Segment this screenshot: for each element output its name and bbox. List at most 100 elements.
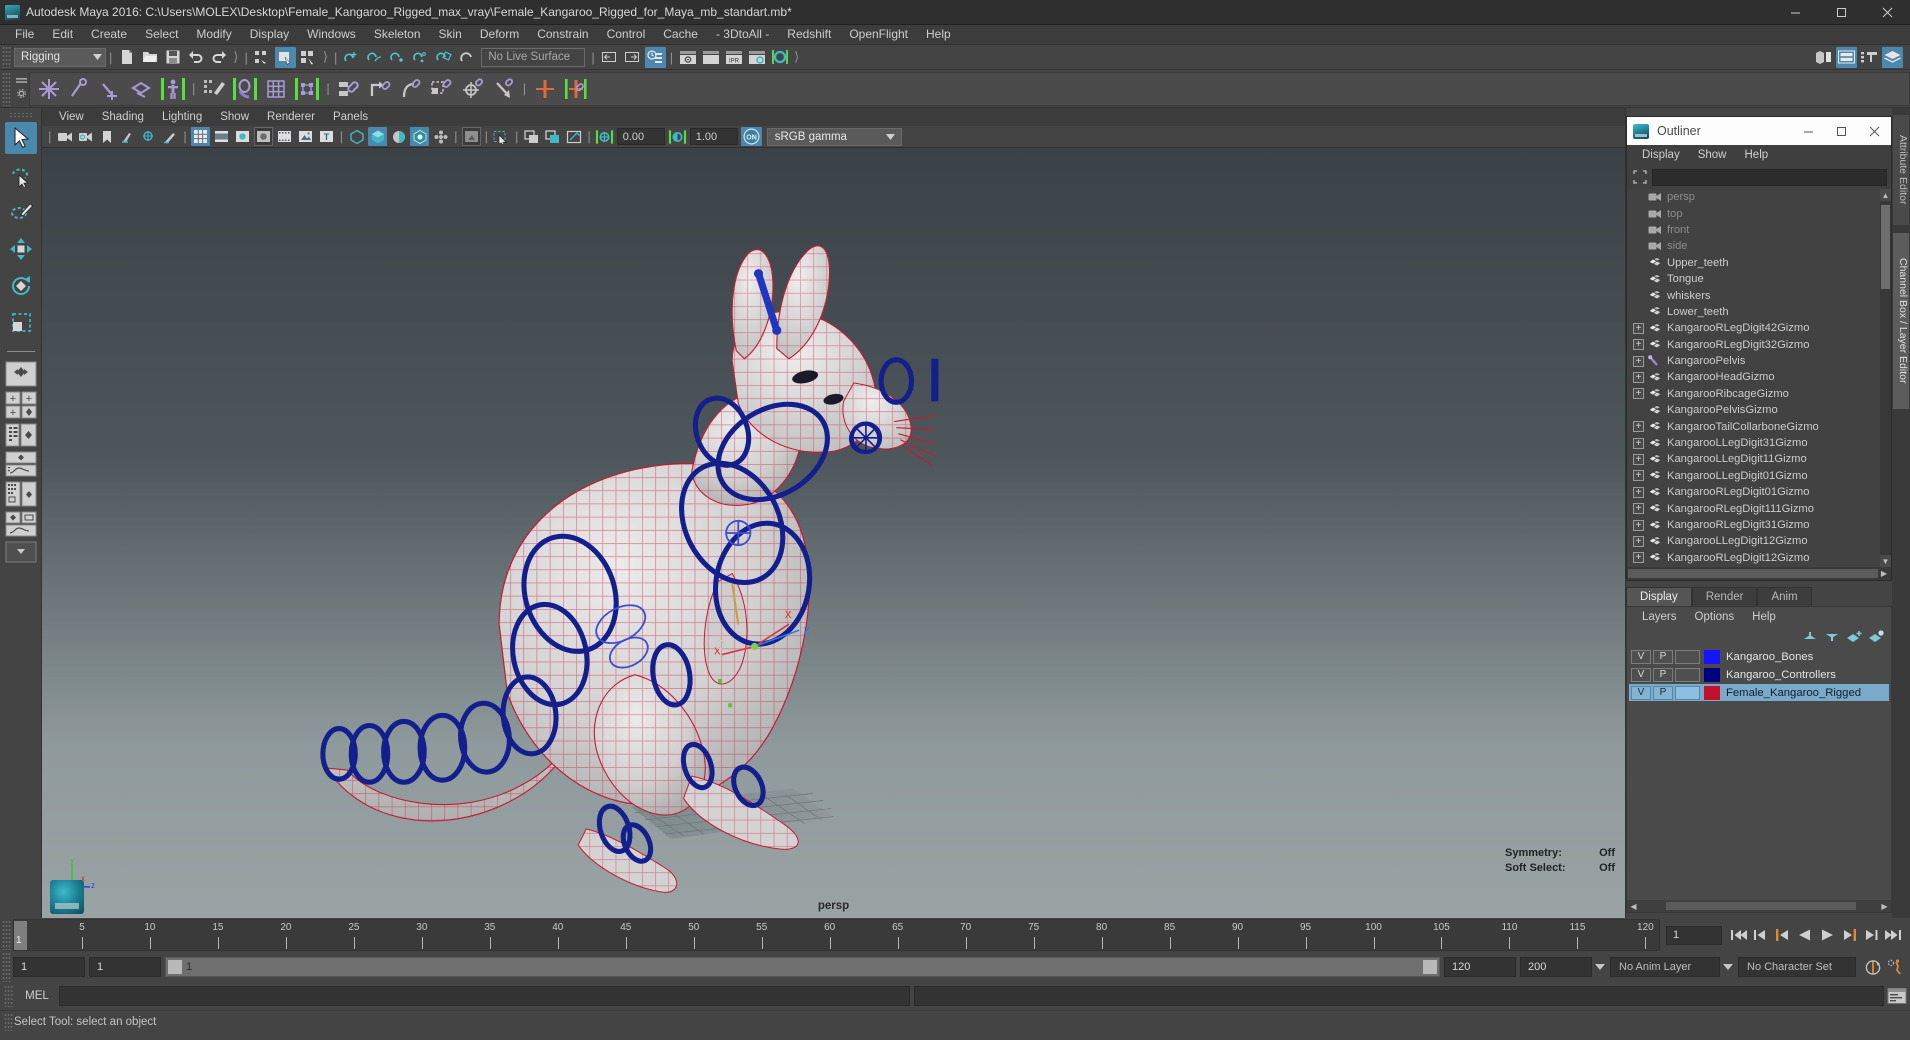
range-handle-left[interactable] bbox=[168, 960, 182, 974]
toolbox-grip[interactable] bbox=[8, 112, 33, 119]
show-hide-sidebar-right-icon[interactable] bbox=[622, 47, 643, 68]
smooth-shade-selected-icon[interactable] bbox=[233, 127, 252, 146]
layout-persp-graph-split-preset[interactable] bbox=[4, 511, 38, 537]
time-slider[interactable]: 1 5 10 15 20 25 30 35 40 45 50 55 60 65 70 75 80 85 90 95 1… bbox=[13, 919, 1660, 951]
smooth-shade-all-icon[interactable] bbox=[212, 127, 231, 146]
render-current-frame-icon[interactable] bbox=[677, 47, 698, 68]
render-sequence-icon[interactable] bbox=[700, 47, 721, 68]
outliner-title-bar[interactable]: Outliner bbox=[1627, 117, 1891, 145]
menu-display[interactable]: Display bbox=[241, 25, 298, 44]
outliner-item[interactable]: + KangarooRLegDigit12Gizmo bbox=[1627, 550, 1880, 566]
toggle-model-panel-icon[interactable] bbox=[1813, 47, 1834, 68]
outliner-hscroll-thumb[interactable] bbox=[1628, 569, 1878, 578]
color-management-dropdown[interactable]: sRGB gamma bbox=[766, 127, 902, 146]
isolate-select-icon[interactable] bbox=[461, 127, 481, 146]
layer-editor-tab-render[interactable]: Render bbox=[1691, 587, 1758, 606]
gamma-field[interactable]: 1.00 bbox=[689, 128, 738, 145]
shelf-grip[interactable] bbox=[2, 71, 11, 106]
command-line-grip[interactable] bbox=[4, 985, 13, 1007]
layer-color-swatch[interactable] bbox=[1704, 685, 1720, 700]
menu-edit[interactable]: Edit bbox=[43, 25, 82, 44]
outliner-horizontal-scrollbar[interactable]: ▶ bbox=[1627, 567, 1891, 580]
create-deformer-icon[interactable] bbox=[530, 74, 560, 104]
shelf-settings-gear-icon[interactable] bbox=[16, 88, 27, 99]
screen-space-ao-icon[interactable] bbox=[368, 127, 388, 146]
outliner-menu-help[interactable]: Help bbox=[1736, 149, 1778, 161]
outliner-item[interactable]: +side bbox=[1627, 238, 1880, 254]
expand-plus-icon[interactable]: + bbox=[1633, 453, 1644, 465]
expand-plus-icon[interactable]: + bbox=[1633, 519, 1644, 531]
animation-end-field[interactable]: 200 bbox=[1520, 957, 1592, 977]
layer-color-swatch[interactable] bbox=[1704, 667, 1720, 682]
close-button[interactable] bbox=[1864, 0, 1910, 25]
bind-skin-icon[interactable] bbox=[158, 74, 188, 104]
toggle-channel-box-icon[interactable] bbox=[1859, 47, 1880, 68]
paint-select-tool-icon[interactable] bbox=[5, 196, 37, 228]
menu-constrain[interactable]: Constrain bbox=[528, 25, 597, 44]
toggle-attribute-panel-icon[interactable] bbox=[1836, 46, 1857, 68]
menu-skin[interactable]: Skin bbox=[430, 25, 471, 44]
orient-constraint-icon[interactable] bbox=[396, 74, 426, 104]
select-by-hierarchy-icon[interactable] bbox=[252, 47, 273, 68]
create-ik-handle-icon[interactable] bbox=[65, 74, 95, 104]
layer-shading-toggle[interactable] bbox=[1675, 685, 1700, 700]
range-slider-grip[interactable] bbox=[2, 952, 11, 982]
outliner-close-button[interactable] bbox=[1858, 117, 1891, 145]
move-layer-down-icon[interactable] bbox=[1824, 630, 1841, 643]
playback-options-chevron-icon[interactable] bbox=[1592, 957, 1608, 977]
outliner-item[interactable]: + KangarooHeadGizmo bbox=[1627, 369, 1880, 385]
image-plane-icon[interactable] bbox=[118, 127, 137, 146]
menu-skeleton[interactable]: Skeleton bbox=[365, 25, 430, 44]
layer-editor-hscroll[interactable]: ◀ ▶ bbox=[1627, 900, 1891, 912]
point-constraint-icon[interactable] bbox=[365, 74, 395, 104]
copy-render-icon[interactable] bbox=[522, 127, 541, 146]
snap-to-curve-icon[interactable] bbox=[364, 47, 385, 68]
outliner-item[interactable]: + KangarooRLegDigit01Gizmo bbox=[1627, 484, 1880, 500]
scroll-right-arrow-icon[interactable]: ▶ bbox=[1879, 902, 1890, 911]
step-forward-frame-icon[interactable] bbox=[1838, 924, 1860, 946]
lasso-select-tool-icon[interactable] bbox=[5, 159, 37, 191]
menu-create[interactable]: Create bbox=[82, 25, 136, 44]
go-to-end-icon[interactable] bbox=[1882, 924, 1904, 946]
outliner-item[interactable]: + KangarooRLegDigit32Gizmo bbox=[1627, 337, 1880, 353]
menu-file[interactable]: File bbox=[6, 25, 43, 44]
menu-openflight[interactable]: OpenFlight bbox=[840, 25, 917, 44]
create-joint-icon[interactable] bbox=[34, 74, 64, 104]
go-to-start-icon[interactable] bbox=[1728, 924, 1750, 946]
outliner-menu-display[interactable]: Display bbox=[1633, 149, 1689, 161]
play-forwards-icon[interactable] bbox=[1816, 924, 1838, 946]
grease-pencil-icon[interactable] bbox=[160, 127, 179, 146]
show-hide-sidebar-left-icon[interactable] bbox=[599, 47, 620, 68]
snap-to-projected-center-icon[interactable] bbox=[410, 47, 431, 68]
step-back-keyframe-icon[interactable] bbox=[1750, 924, 1772, 946]
layout-more-presets-dropdown[interactable] bbox=[4, 541, 38, 563]
perspective-viewport[interactable]: x z x y z x Symmetry: Off Soft Select: O… bbox=[42, 148, 1625, 918]
menu-set-selector[interactable]: Rigging bbox=[14, 47, 106, 67]
expand-plus-icon[interactable]: + bbox=[1633, 552, 1644, 564]
outliner-vertical-scrollbar[interactable]: ▲ ▼ bbox=[1880, 189, 1891, 567]
layer-visibility-toggle[interactable]: V bbox=[1631, 685, 1651, 700]
outliner-minimize-button[interactable] bbox=[1792, 117, 1825, 145]
expand-plus-icon[interactable]: + bbox=[1633, 535, 1644, 547]
outliner-item[interactable]: + KangarooPelvis bbox=[1627, 353, 1880, 369]
layer-editor-tab-anim[interactable]: Anim bbox=[1757, 587, 1812, 606]
layer-editor-menu-help[interactable]: Help bbox=[1743, 611, 1785, 623]
select-camera-icon[interactable] bbox=[55, 127, 74, 146]
viewport-menu-panels[interactable]: Panels bbox=[324, 111, 377, 123]
playback-start-field[interactable]: 1 bbox=[89, 957, 161, 977]
ipr-render-icon[interactable]: IPR bbox=[723, 47, 744, 68]
create-ik-spline-handle-icon[interactable] bbox=[96, 74, 126, 104]
layout-persp-graph-preset[interactable] bbox=[4, 451, 38, 477]
wireframe-shading-icon[interactable] bbox=[190, 127, 210, 146]
camera-attributes-icon[interactable] bbox=[76, 127, 95, 146]
shaded-wireframe-icon[interactable] bbox=[275, 127, 294, 146]
statusline-grip[interactable] bbox=[2, 46, 11, 68]
layout-hypershade-persp-preset[interactable] bbox=[4, 481, 38, 507]
outliner-item[interactable]: + KangarooLLegDigit12Gizmo bbox=[1627, 533, 1880, 549]
render-settings-icon[interactable] bbox=[746, 47, 767, 68]
create-empty-layer-icon[interactable] bbox=[1846, 630, 1863, 643]
exposure-icon[interactable] bbox=[595, 127, 614, 146]
attribute-editor-toggle-icon[interactable] bbox=[644, 46, 666, 68]
use-default-material-icon[interactable] bbox=[253, 127, 273, 146]
menu-redshift[interactable]: Redshift bbox=[778, 25, 840, 44]
